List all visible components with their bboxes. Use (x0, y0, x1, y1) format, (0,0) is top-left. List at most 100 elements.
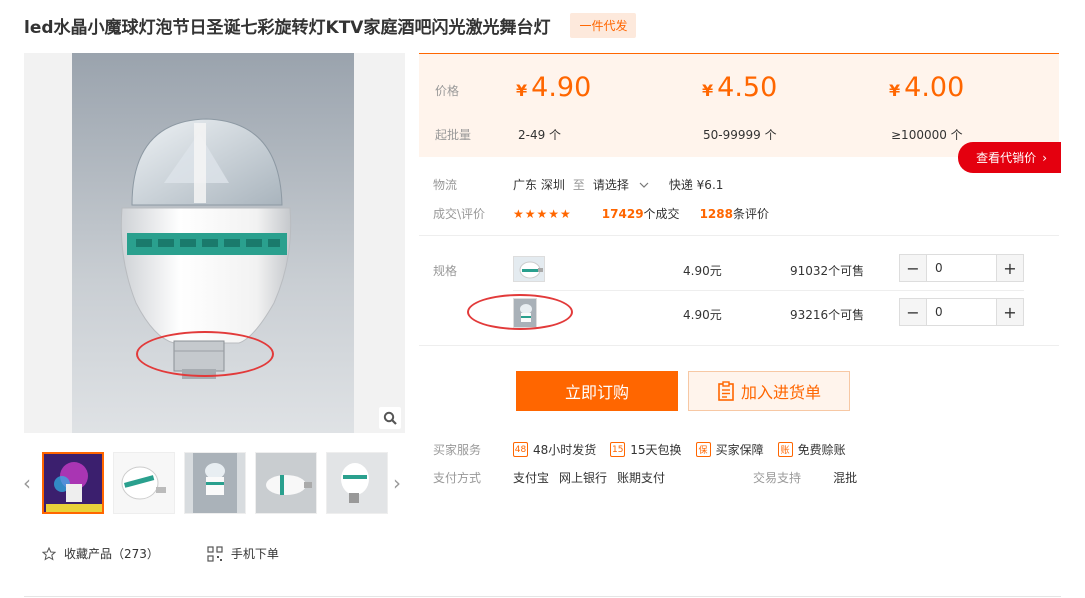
moq-label: 起批量 (435, 128, 472, 142)
service-text: 买家保障 (715, 443, 764, 457)
payment-row: 支付方式 支付宝 网上银行 账期支付 交易支持 混批 (433, 469, 857, 486)
annotation-circle-base (136, 331, 274, 377)
exchange-15d-icon: 15 (610, 442, 626, 457)
payment-alipay[interactable]: 支付宝 (513, 469, 549, 486)
increase-button[interactable]: + (997, 255, 1023, 281)
service-buyer-protection[interactable]: 保 买家保障 (695, 441, 764, 458)
thumb-image-bulb-front (185, 453, 245, 513)
quantity-input[interactable]: 0 (926, 255, 997, 281)
chevron-right-icon: › (1042, 150, 1047, 165)
sku-thumb-1[interactable] (513, 256, 545, 282)
orders-count-wrap[interactable]: 17429个成交 (602, 205, 680, 222)
service-text: 15天包换 (630, 443, 682, 457)
divider (419, 235, 1059, 236)
currency-symbol: ¥ (889, 81, 901, 100)
thumb-image-bulb-angle (327, 453, 387, 513)
service-48h-shipping[interactable]: 48 48小时发货 (513, 441, 596, 458)
qr-code-icon (207, 545, 223, 562)
thumbnail-3[interactable] (184, 452, 246, 514)
add-to-purchase-list-button[interactable]: 加入进货单 (688, 371, 850, 411)
deals-row: 成交\评价 ★★★★★ 17429个成交 1288条评价 (433, 205, 769, 222)
bottom-divider (24, 596, 1061, 597)
main-product-image[interactable] (24, 53, 405, 433)
trade-support-label: 交易支持 (753, 471, 802, 485)
currency-symbol: ¥ (702, 81, 714, 100)
price-value: 4.50 (717, 72, 778, 103)
thumbnail-strip: ‹ › (23, 450, 409, 516)
thumbnail-5[interactable] (326, 452, 388, 514)
zoom-button[interactable] (379, 407, 401, 429)
price-box: 价格 起批量 ¥4.90 ¥4.50 ¥4.00 2-49 个 50-99999… (419, 53, 1061, 173)
trade-support-value: 混批 (833, 471, 858, 485)
product-title: led水晶小魔球灯泡节日圣诞七彩旋转灯KTV家庭酒吧闪光激光舞台灯 (24, 17, 551, 38)
agent-price-label: 查看代销价 (976, 151, 1037, 165)
orders-suffix: 个成交 (643, 207, 680, 221)
thumbnail-4[interactable] (255, 452, 317, 514)
title-row: led水晶小魔球灯泡节日圣诞七彩旋转灯KTV家庭酒吧闪光激光舞台灯 一件代发 (24, 12, 637, 38)
price-label: 价格 (435, 84, 460, 98)
service-15d-exchange[interactable]: 15 15天包换 (610, 441, 682, 458)
price-value: 4.90 (531, 72, 592, 103)
service-free-credit[interactable]: 账 免费赊账 (777, 441, 846, 458)
sku-image (514, 257, 544, 281)
shield-icon: 保 (695, 442, 711, 457)
payment-online-bank[interactable]: 网上银行 (559, 469, 607, 486)
sku-price: 4.90元 (683, 264, 722, 278)
sku-row-1: 4.90元 91032个可售 − 0 + (433, 254, 1059, 288)
increase-button[interactable]: + (997, 299, 1023, 325)
thumb-next-arrow[interactable]: › (390, 470, 404, 496)
quantity-input[interactable]: 0 (926, 299, 997, 325)
payment-credit-term[interactable]: 账期支付 (617, 469, 665, 486)
clipboard-icon (718, 381, 734, 401)
destination-value: 请选择 (592, 178, 629, 192)
price-tier-2: ¥4.50 (702, 72, 777, 103)
price-tier-3: ¥4.00 (889, 72, 964, 103)
origin-location: 广东 深圳 (513, 178, 565, 192)
chevron-down-icon (639, 182, 649, 188)
orders-count: 17429 (601, 207, 644, 221)
divider (419, 345, 1059, 346)
quantity-stepper: − 0 + (899, 254, 1024, 282)
moq-tier-3: ≥100000 个 (891, 128, 963, 142)
decrease-button[interactable]: − (900, 299, 926, 325)
shipping-48h-icon: 48 (513, 442, 528, 457)
reviews-count-wrap[interactable]: 1288条评价 (700, 205, 769, 222)
reviews-count: 1288 (699, 207, 733, 221)
mobile-order-label: 手机下单 (230, 547, 279, 561)
thumb-image-bulb-lying (256, 453, 316, 513)
destination-select[interactable]: 请选择 (593, 176, 649, 193)
mobile-order-button[interactable]: 手机下单 (207, 545, 279, 562)
thumb-prev-arrow[interactable]: ‹ (20, 470, 34, 496)
price-tier-1: ¥4.90 (516, 72, 591, 103)
dropship-tag[interactable]: 一件代发 (570, 12, 637, 38)
thumbnail-1[interactable] (42, 452, 104, 514)
buy-now-button[interactable]: 立即订购 (516, 371, 678, 411)
sku-price: 4.90元 (683, 308, 722, 322)
express-fee: 快递 ¥6.1 (668, 178, 724, 192)
view-agent-price-button[interactable]: 查看代销价 › (958, 142, 1061, 173)
thumb-image-bulb-side (114, 453, 174, 513)
price-value: 4.00 (904, 72, 965, 103)
sku-stock: 93216个可售 (790, 308, 865, 322)
moq-tier-1: 2-49 个 (518, 128, 562, 142)
bottom-actions: 收藏产品（273） 手机下单 (42, 545, 327, 562)
moq-tier-2: 50-99999 个 (703, 128, 777, 142)
thumb-image-promo (44, 454, 102, 512)
rating-stars: ★★★★★ (513, 206, 572, 221)
add-to-list-label: 加入进货单 (740, 383, 821, 402)
decrease-button[interactable]: − (900, 255, 926, 281)
sku-divider (513, 290, 1024, 291)
annotation-circle-sku (467, 294, 573, 330)
credit-icon: 账 (777, 442, 793, 457)
star-outline-icon (42, 546, 56, 561)
service-text: 免费赊账 (797, 443, 846, 457)
reviews-suffix: 条评价 (732, 207, 769, 221)
favorite-button[interactable]: 收藏产品（273） (42, 545, 159, 562)
services-label: 买家服务 (433, 443, 482, 457)
quantity-stepper: − 0 + (899, 298, 1024, 326)
thumbnail-2[interactable] (113, 452, 175, 514)
to-word: 至 (572, 178, 585, 192)
favorite-label: 收藏产品（273） (64, 547, 159, 561)
deals-label: 成交\评价 (433, 207, 486, 221)
payment-label: 支付方式 (433, 471, 482, 485)
